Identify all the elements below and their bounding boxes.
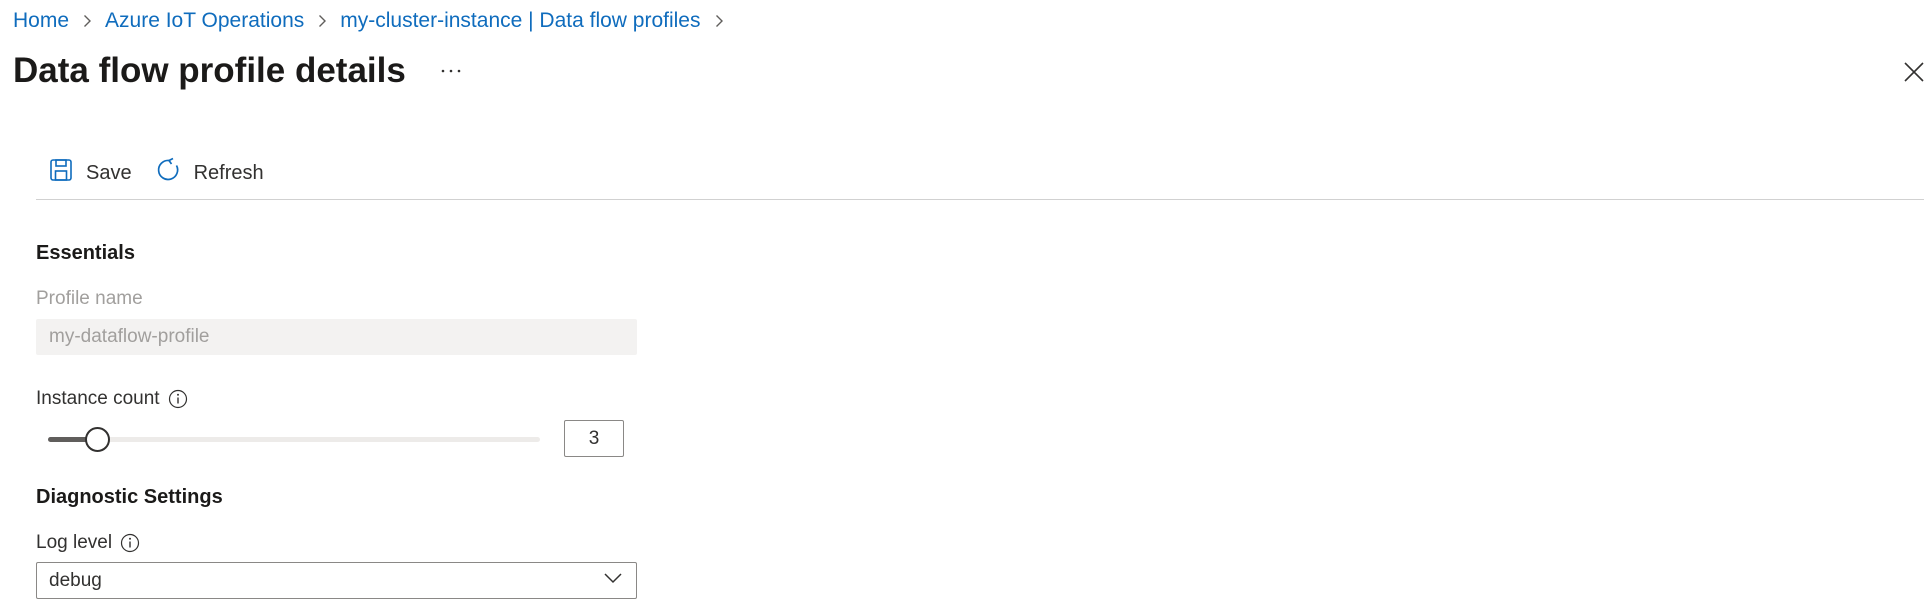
breadcrumb-azure-iot-operations[interactable]: Azure IoT Operations (105, 8, 304, 34)
breadcrumb: Home Azure IoT Operations my-cluster-ins… (13, 8, 737, 34)
breadcrumb-home[interactable]: Home (13, 8, 69, 34)
refresh-label: Refresh (193, 161, 264, 184)
chevron-right-icon (80, 14, 94, 28)
save-label: Save (86, 161, 132, 184)
ellipsis-icon[interactable] (436, 58, 466, 84)
breadcrumb-data-flow-profiles[interactable]: my-cluster-instance | Data flow profiles (340, 8, 700, 34)
chevron-down-icon (602, 567, 624, 595)
chevron-right-icon (712, 14, 726, 28)
chevron-right-icon (315, 14, 329, 28)
essentials-heading: Essentials (36, 242, 135, 264)
save-icon (48, 157, 74, 189)
instance-count-slider[interactable] (48, 426, 540, 452)
log-level-dropdown[interactable]: debug (36, 562, 637, 599)
slider-thumb[interactable] (85, 427, 110, 452)
data-flow-profile-details-page: Home Azure IoT Operations my-cluster-ins… (0, 0, 1930, 613)
profile-name-label-text: Profile name (36, 288, 143, 309)
info-icon[interactable] (120, 533, 140, 553)
instance-count-label: Instance count (36, 387, 188, 411)
info-icon[interactable] (168, 389, 188, 409)
command-bar: Save Refresh (36, 152, 276, 194)
slider-track (48, 437, 540, 442)
profile-name-label: Profile name (36, 287, 143, 311)
instance-count-input[interactable]: 3 (564, 420, 624, 457)
log-level-label-text: Log level (36, 532, 113, 553)
close-icon[interactable] (1900, 58, 1928, 86)
refresh-icon (156, 157, 182, 189)
page-title: Data flow profile details (13, 51, 406, 90)
diagnostic-settings-heading: Diagnostic Settings (36, 486, 223, 508)
instance-count-label-text: Instance count (36, 388, 160, 409)
toolbar-divider (36, 199, 1924, 200)
log-level-label: Log level (36, 531, 140, 555)
save-button[interactable]: Save (36, 152, 144, 194)
profile-name-field: my-dataflow-profile (36, 319, 637, 355)
refresh-button[interactable]: Refresh (144, 152, 276, 194)
log-level-selected-value: debug (49, 569, 102, 591)
